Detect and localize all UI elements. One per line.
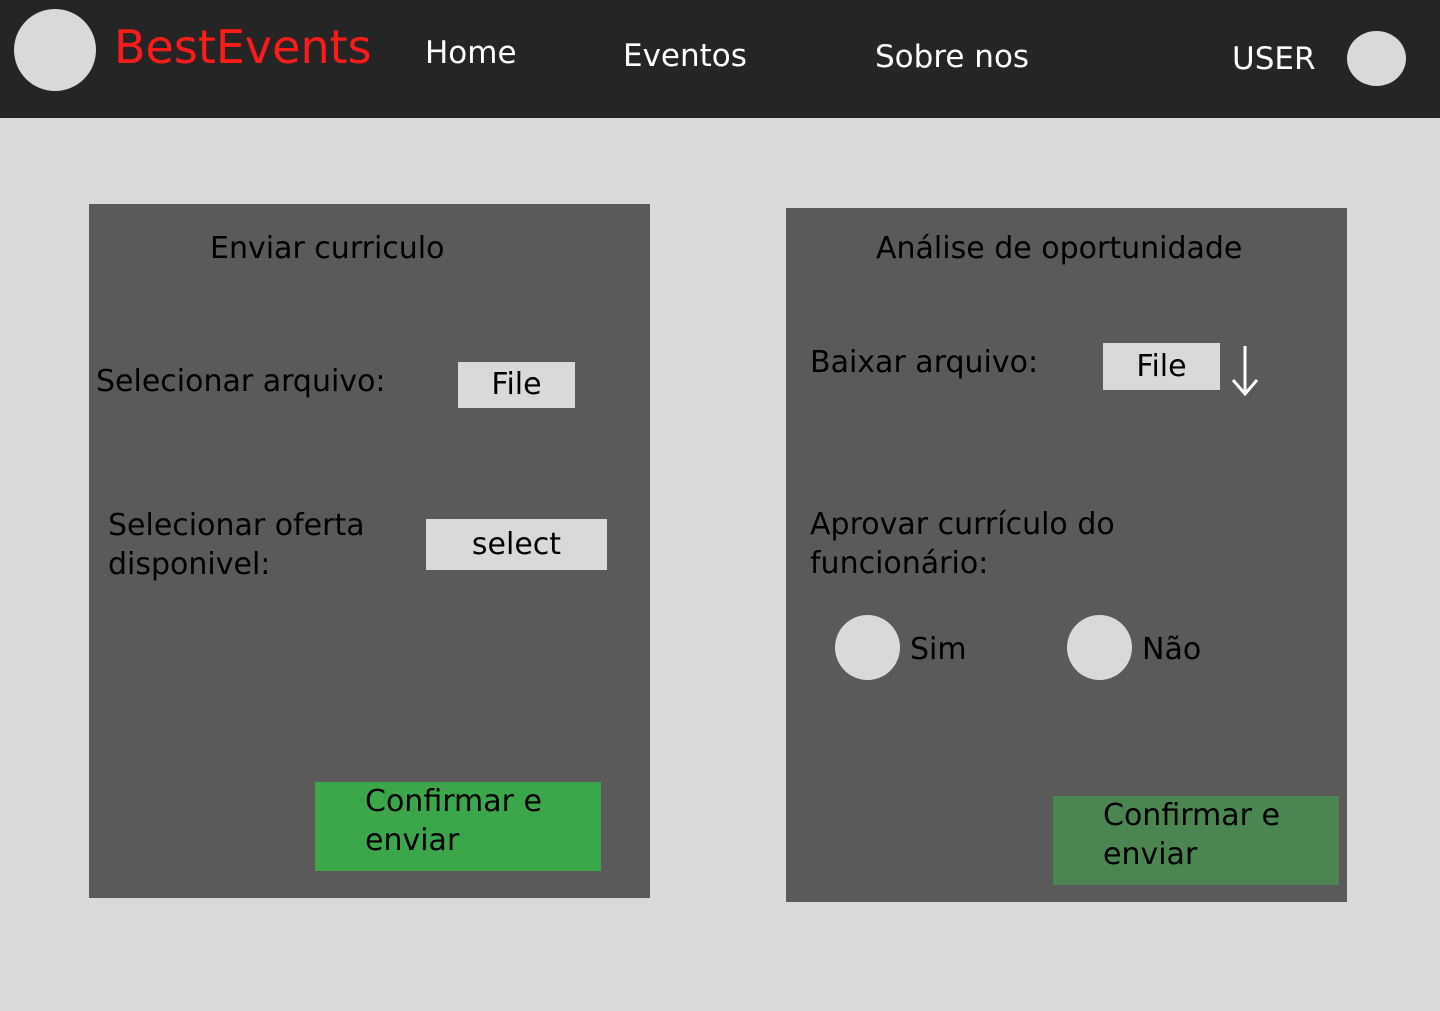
confirm-send-resume-button[interactable]: Confirmar e enviar: [315, 782, 601, 871]
arrow-down-icon[interactable]: [1228, 342, 1262, 400]
option-sim-label: Sim: [910, 632, 967, 667]
confirm-send-resume-line2: enviar: [365, 823, 460, 858]
option-nao-label: Não: [1142, 632, 1202, 667]
nav-home-link[interactable]: Home: [425, 33, 517, 73]
user-avatar[interactable]: [1347, 31, 1406, 86]
file-download-button[interactable]: File: [1103, 343, 1220, 390]
opportunity-analysis-title: Análise de oportunidade: [876, 231, 1243, 266]
nav-eventos-link[interactable]: Eventos: [623, 36, 747, 76]
confirm-analysis-line2: enviar: [1103, 837, 1198, 872]
top-navbar: BestEvents Home Eventos Sobre nos USER: [0, 0, 1440, 118]
brand-name[interactable]: BestEvents: [114, 18, 372, 76]
confirm-analysis-button[interactable]: Confirmar e enviar: [1053, 796, 1339, 885]
confirm-send-resume-line1: Confirmar e: [365, 784, 542, 819]
confirm-analysis-line1: Confirmar e: [1103, 798, 1280, 833]
select-file-label: Selecionar arquivo:: [96, 364, 386, 399]
radio-sim[interactable]: [835, 615, 900, 680]
offer-select[interactable]: select: [426, 519, 607, 570]
select-offer-label-line2: disponivel:: [108, 547, 271, 582]
approve-resume-label-line1: Aprovar currículo do: [810, 507, 1115, 542]
file-upload-button[interactable]: File: [458, 362, 575, 408]
radio-nao[interactable]: [1067, 615, 1132, 680]
logo-circle[interactable]: [14, 9, 96, 91]
send-resume-title: Enviar curriculo: [210, 231, 445, 266]
user-label[interactable]: USER: [1232, 39, 1316, 79]
nav-sobre-link[interactable]: Sobre nos: [875, 37, 1029, 77]
approve-resume-label-line2: funcionário:: [810, 546, 989, 581]
download-file-label: Baixar arquivo:: [810, 345, 1039, 380]
select-offer-label-line1: Selecionar oferta: [108, 508, 365, 543]
